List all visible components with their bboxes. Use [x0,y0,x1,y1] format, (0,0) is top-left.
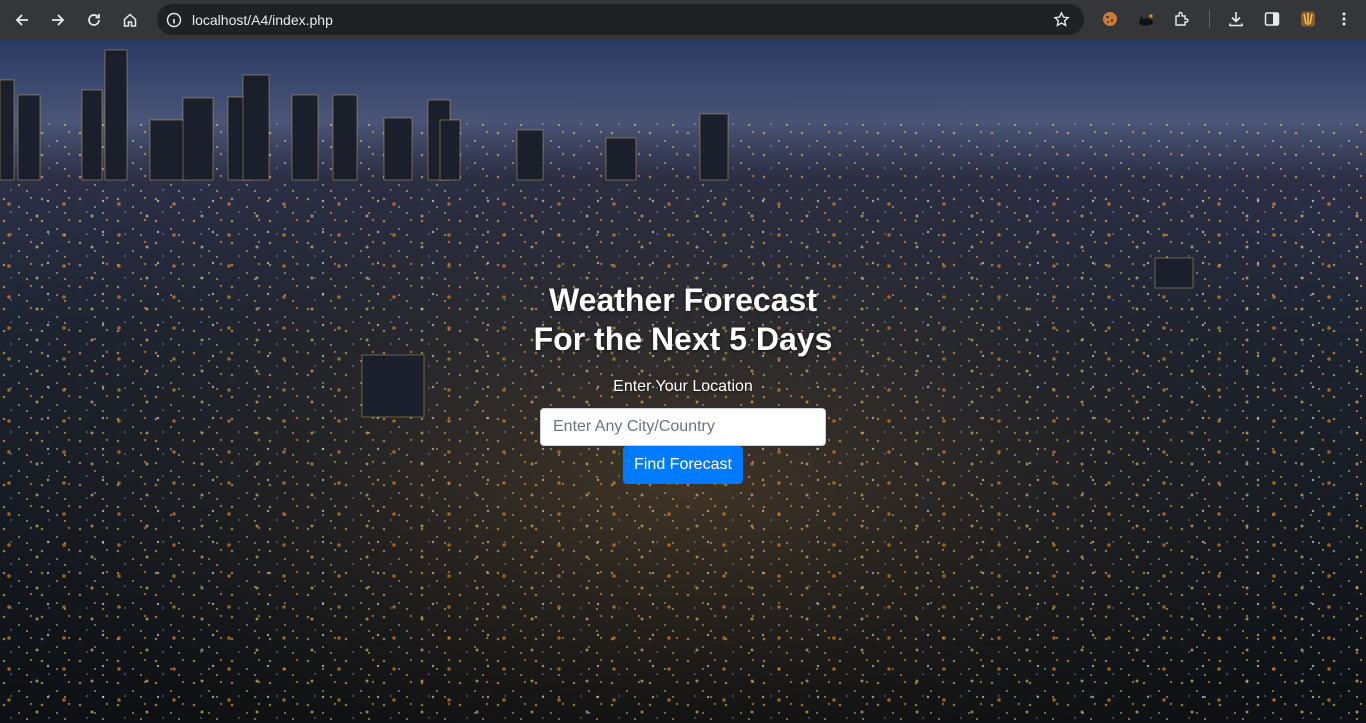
menu-kebab-icon [1342,12,1346,26]
site-info-icon[interactable] [166,12,182,28]
hero-section: Weather Forecast For the Next 5 Days Ent… [0,40,1366,723]
side-panel-icon [1264,12,1280,26]
location-label: Enter Your Location [613,378,753,395]
reload-icon [88,14,100,26]
extensions-button[interactable] [1171,8,1193,30]
profile-button[interactable] [1297,8,1319,30]
reload-button[interactable] [76,2,112,38]
cat-extension-icon [1139,14,1153,26]
cookie-extension-icon [1103,12,1117,26]
back-button[interactable] [4,2,40,38]
side-panel-button[interactable] [1261,8,1283,30]
extensions-puzzle-icon [1175,11,1189,26]
browser-menu-button[interactable] [1333,8,1355,30]
toolbar-divider [1209,10,1210,28]
home-icon [123,13,137,27]
back-icon [15,14,28,26]
weather-page: Weather Forecast For the Next 5 Days Ent… [0,40,1366,723]
cookie-extension-button[interactable] [1099,8,1121,30]
location-input[interactable] [540,408,826,446]
profile-avatar-icon [1301,11,1315,27]
bookmark-star-icon[interactable] [1053,11,1070,28]
forward-icon [52,14,65,26]
cat-extension-button[interactable] [1135,8,1157,30]
page-title-line-1: Weather Forecast [549,282,817,318]
download-icon [1229,12,1243,27]
forward-button[interactable] [40,2,76,38]
downloads-button[interactable] [1225,8,1247,30]
browser-toolbar: localhost/A4/index.php [0,0,1366,40]
url-text[interactable]: localhost/A4/index.php [192,12,333,28]
address-bar[interactable]: localhost/A4/index.php [157,4,1084,35]
find-forecast-button[interactable]: Find Forecast [623,446,743,484]
home-button[interactable] [112,2,148,38]
page-title-line-2: For the Next 5 Days [533,321,833,357]
